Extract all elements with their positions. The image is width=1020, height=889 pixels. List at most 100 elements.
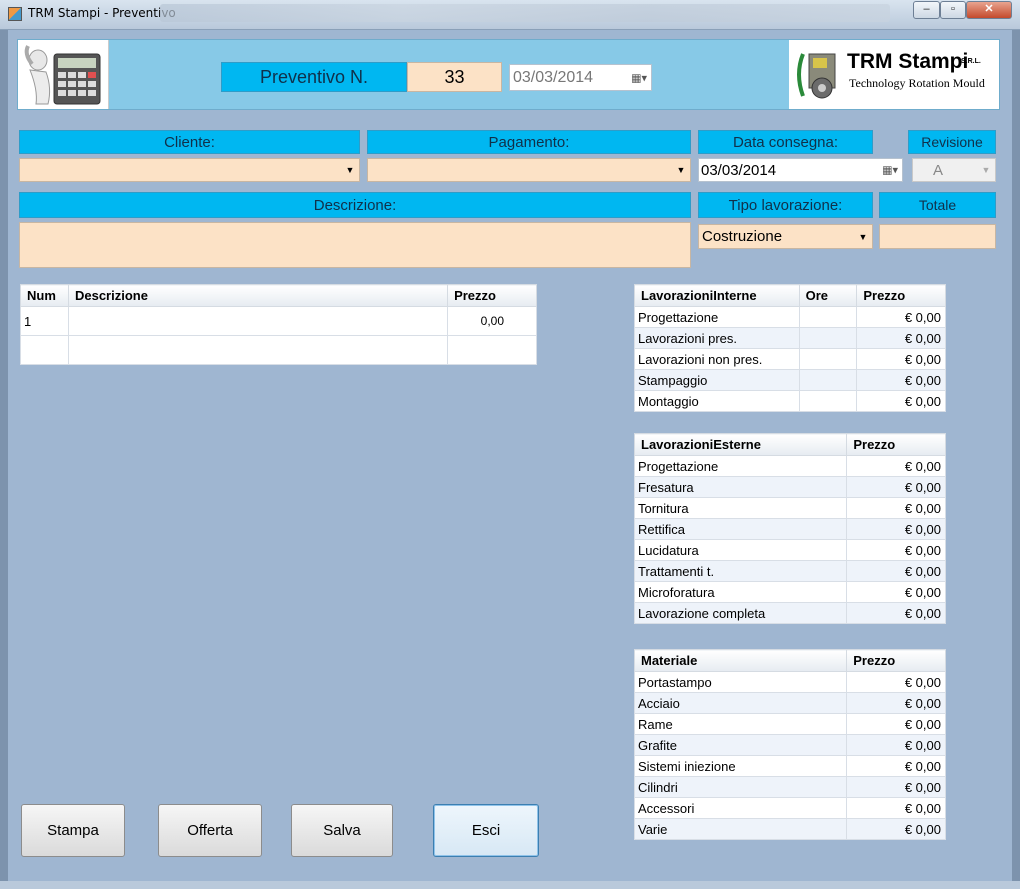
items-col-num[interactable]: Num xyxy=(20,284,69,307)
stampa-button[interactable]: Stampa xyxy=(21,804,125,857)
table-row[interactable]: Lavorazione completa € 0,00 xyxy=(633,602,946,624)
mat-col-prezzo[interactable]: Prezzo xyxy=(846,649,946,672)
li-cell-prezzo[interactable]: € 0,00 xyxy=(856,306,946,328)
table-row[interactable]: Fresatura € 0,00 xyxy=(633,476,946,498)
company-logo: TRM Stampi S.R.L. Technology Rotation Mo… xyxy=(789,40,999,109)
table-row[interactable]: Portastampo € 0,00 xyxy=(633,671,946,693)
descrizione-textarea[interactable] xyxy=(19,222,691,268)
mat-cell-prezzo[interactable]: € 0,00 xyxy=(846,797,946,819)
li-cell-ore[interactable] xyxy=(798,327,858,349)
calculator-man-icon xyxy=(18,40,109,109)
revisione-dropdown[interactable]: A ▼ xyxy=(912,158,996,182)
calendar-dropdown-icon[interactable]: ▦▾ xyxy=(631,71,647,84)
items-grid-header: Num Descrizione Prezzo xyxy=(20,284,537,307)
chevron-down-icon[interactable]: ▼ xyxy=(343,163,357,177)
totale-field[interactable] xyxy=(879,224,996,249)
table-row[interactable]: Lavorazioni non pres. € 0,00 xyxy=(634,348,946,370)
items-cell-prezzo[interactable]: 0,00 xyxy=(447,306,537,336)
table-row[interactable]: Lucidatura € 0,00 xyxy=(633,539,946,561)
table-row[interactable]: Sistemi iniezione € 0,00 xyxy=(633,755,946,777)
table-row[interactable]: Lavorazioni pres. € 0,00 xyxy=(634,327,946,349)
preventivo-number[interactable]: 33 xyxy=(407,62,502,92)
table-row[interactable] xyxy=(20,335,537,365)
totale-label: Totale xyxy=(879,192,996,218)
items-cell-descrizione[interactable] xyxy=(67,335,449,365)
offerta-button[interactable]: Offerta xyxy=(158,804,262,857)
le-cell-prezzo[interactable]: € 0,00 xyxy=(846,602,946,624)
table-row[interactable]: Rame € 0,00 xyxy=(633,713,946,735)
li-cell-prezzo[interactable]: € 0,00 xyxy=(856,327,946,349)
items-cell-num[interactable] xyxy=(20,335,69,365)
mat-cell-prezzo[interactable]: € 0,00 xyxy=(846,734,946,756)
table-row[interactable]: Trattamenti t. € 0,00 xyxy=(633,560,946,582)
preventivo-date-value: 03/03/2014 xyxy=(513,69,594,86)
le-cell-prezzo[interactable]: € 0,00 xyxy=(846,560,946,582)
mat-cell-prezzo[interactable]: € 0,00 xyxy=(846,776,946,798)
items-cell-descrizione[interactable] xyxy=(67,306,449,336)
le-cell-prezzo[interactable]: € 0,00 xyxy=(846,518,946,540)
maximize-button[interactable]: ▫ xyxy=(940,1,966,19)
table-row[interactable]: Rettifica € 0,00 xyxy=(633,518,946,540)
calendar-dropdown-icon[interactable]: ▦▾ xyxy=(882,164,898,177)
app-icon xyxy=(8,7,22,21)
mat-cell-prezzo[interactable]: € 0,00 xyxy=(846,713,946,735)
salva-button[interactable]: Salva xyxy=(291,804,393,857)
table-row[interactable]: Tornitura € 0,00 xyxy=(633,497,946,519)
esci-button[interactable]: Esci xyxy=(433,804,539,857)
mat-col-name[interactable]: Materiale xyxy=(633,649,848,672)
li-cell-prezzo[interactable]: € 0,00 xyxy=(856,348,946,370)
chevron-down-icon[interactable]: ▼ xyxy=(674,163,688,177)
table-row[interactable]: 1 0,00 xyxy=(20,306,537,336)
li-cell-prezzo[interactable]: € 0,00 xyxy=(856,390,946,412)
data-consegna-picker[interactable]: 03/03/2014 ▦▾ xyxy=(698,158,903,182)
chevron-down-icon[interactable]: ▼ xyxy=(856,230,870,244)
table-row[interactable]: Accessori € 0,00 xyxy=(633,797,946,819)
le-cell-prezzo[interactable]: € 0,00 xyxy=(846,455,946,477)
li-cell-name: Lavorazioni non pres. xyxy=(634,348,800,370)
materiale-grid[interactable]: Materiale Prezzo Portastampo € 0,00 Accia… xyxy=(633,649,946,840)
items-cell-prezzo[interactable] xyxy=(447,335,537,365)
cliente-dropdown[interactable]: ▼ xyxy=(19,158,360,182)
le-col-prezzo[interactable]: Prezzo xyxy=(846,433,946,456)
li-cell-ore[interactable] xyxy=(798,390,858,412)
li-cell-name: Lavorazioni pres. xyxy=(634,327,800,349)
li-cell-ore[interactable] xyxy=(798,306,858,328)
mat-cell-prezzo[interactable]: € 0,00 xyxy=(846,755,946,777)
chevron-down-icon[interactable]: ▼ xyxy=(979,163,993,177)
table-row[interactable]: Montaggio € 0,00 xyxy=(634,390,946,412)
li-col-ore[interactable]: Ore xyxy=(798,284,858,307)
le-col-name[interactable]: LavorazioniEsterne xyxy=(633,433,848,456)
li-cell-prezzo[interactable]: € 0,00 xyxy=(856,369,946,391)
materiale-header: Materiale Prezzo xyxy=(633,649,946,672)
pagamento-dropdown[interactable]: ▼ xyxy=(367,158,691,182)
table-row[interactable]: Grafite € 0,00 xyxy=(633,734,946,756)
le-cell-prezzo[interactable]: € 0,00 xyxy=(846,497,946,519)
table-row[interactable]: Microforatura € 0,00 xyxy=(633,581,946,603)
preventivo-date-picker[interactable]: 03/03/2014 ▦▾ xyxy=(509,64,652,91)
li-col-name[interactable]: LavorazioniInterne xyxy=(634,284,800,307)
minimize-button[interactable]: ‒ xyxy=(913,1,940,19)
table-row[interactable]: Acciaio € 0,00 xyxy=(633,692,946,714)
mat-cell-prezzo[interactable]: € 0,00 xyxy=(846,671,946,693)
table-row[interactable]: Stampaggio € 0,00 xyxy=(634,369,946,391)
li-cell-ore[interactable] xyxy=(798,369,858,391)
close-button[interactable]: ✕ xyxy=(966,1,1012,19)
table-row[interactable]: Cilindri € 0,00 xyxy=(633,776,946,798)
li-col-prezzo[interactable]: Prezzo xyxy=(856,284,946,307)
items-cell-num[interactable]: 1 xyxy=(20,306,69,336)
table-row[interactable]: Progettazione € 0,00 xyxy=(633,455,946,477)
le-cell-prezzo[interactable]: € 0,00 xyxy=(846,581,946,603)
le-cell-prezzo[interactable]: € 0,00 xyxy=(846,476,946,498)
table-row[interactable]: Progettazione € 0,00 xyxy=(634,306,946,328)
li-cell-ore[interactable] xyxy=(798,348,858,370)
lavorazioni-interne-grid[interactable]: LavorazioniInterne Ore Prezzo Progettazi… xyxy=(634,284,946,412)
mat-cell-prezzo[interactable]: € 0,00 xyxy=(846,818,946,840)
tipo-lavorazione-dropdown[interactable]: Costruzione ▼ xyxy=(698,224,873,249)
table-row[interactable]: Varie € 0,00 xyxy=(633,818,946,840)
items-col-descrizione[interactable]: Descrizione xyxy=(67,284,449,307)
items-col-prezzo[interactable]: Prezzo xyxy=(447,284,537,307)
items-grid[interactable]: Num Descrizione Prezzo 1 0,00 xyxy=(20,284,537,365)
lavorazioni-esterne-grid[interactable]: LavorazioniEsterne Prezzo Progettazione €… xyxy=(633,433,946,624)
mat-cell-prezzo[interactable]: € 0,00 xyxy=(846,692,946,714)
le-cell-prezzo[interactable]: € 0,00 xyxy=(846,539,946,561)
